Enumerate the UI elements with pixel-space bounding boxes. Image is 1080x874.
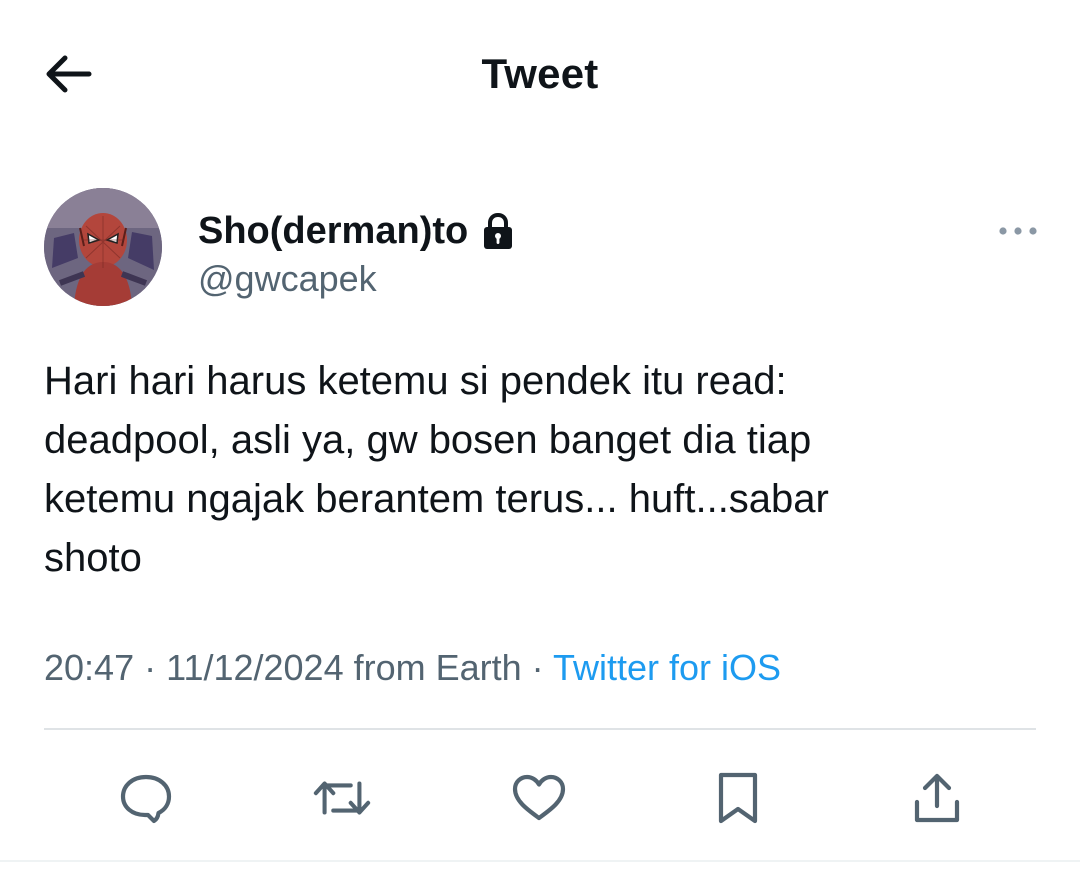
tweet-time[interactable]: 20:47 <box>44 647 134 688</box>
retweet-button[interactable] <box>312 768 372 828</box>
like-button[interactable] <box>509 768 569 828</box>
bookmark-button[interactable] <box>708 768 768 828</box>
avatar-image <box>44 188 162 306</box>
tweet-source-link[interactable]: Twitter for iOS <box>553 647 781 688</box>
retweet-icon <box>313 781 371 815</box>
bottom-divider <box>0 860 1080 862</box>
page-title: Tweet <box>481 50 599 97</box>
more-horizontal-icon <box>999 227 1037 235</box>
tweet-location: from Earth <box>343 647 522 688</box>
user-handle[interactable]: @gwcapek <box>198 256 377 302</box>
tweet-detail-page: Tweet Sho(derman)to @gwcapek Hari hari h… <box>0 0 1080 874</box>
reply-button[interactable] <box>116 768 176 828</box>
meta-separator: · <box>521 647 554 688</box>
heart-icon <box>512 774 566 821</box>
bookmark-icon <box>718 772 758 824</box>
reply-icon <box>120 774 172 824</box>
display-name-row: Sho(derman)to <box>198 206 514 256</box>
meta-separator: · <box>134 647 167 688</box>
avatar[interactable] <box>44 188 162 306</box>
header: Tweet <box>0 0 1080 150</box>
display-name[interactable]: Sho(derman)to <box>198 206 468 256</box>
lock-icon <box>484 212 513 249</box>
tweet-meta: 20:47 · 11/12/2024 from Earth · Twitter … <box>44 643 781 693</box>
more-options-button[interactable] <box>996 218 1040 244</box>
share-button[interactable] <box>907 768 967 828</box>
tweet-text: Hari hari harus ketemu si pendek itu rea… <box>44 359 829 580</box>
divider <box>44 728 1036 730</box>
tweet-date[interactable]: 11/12/2024 <box>166 647 344 688</box>
share-icon <box>914 773 960 823</box>
